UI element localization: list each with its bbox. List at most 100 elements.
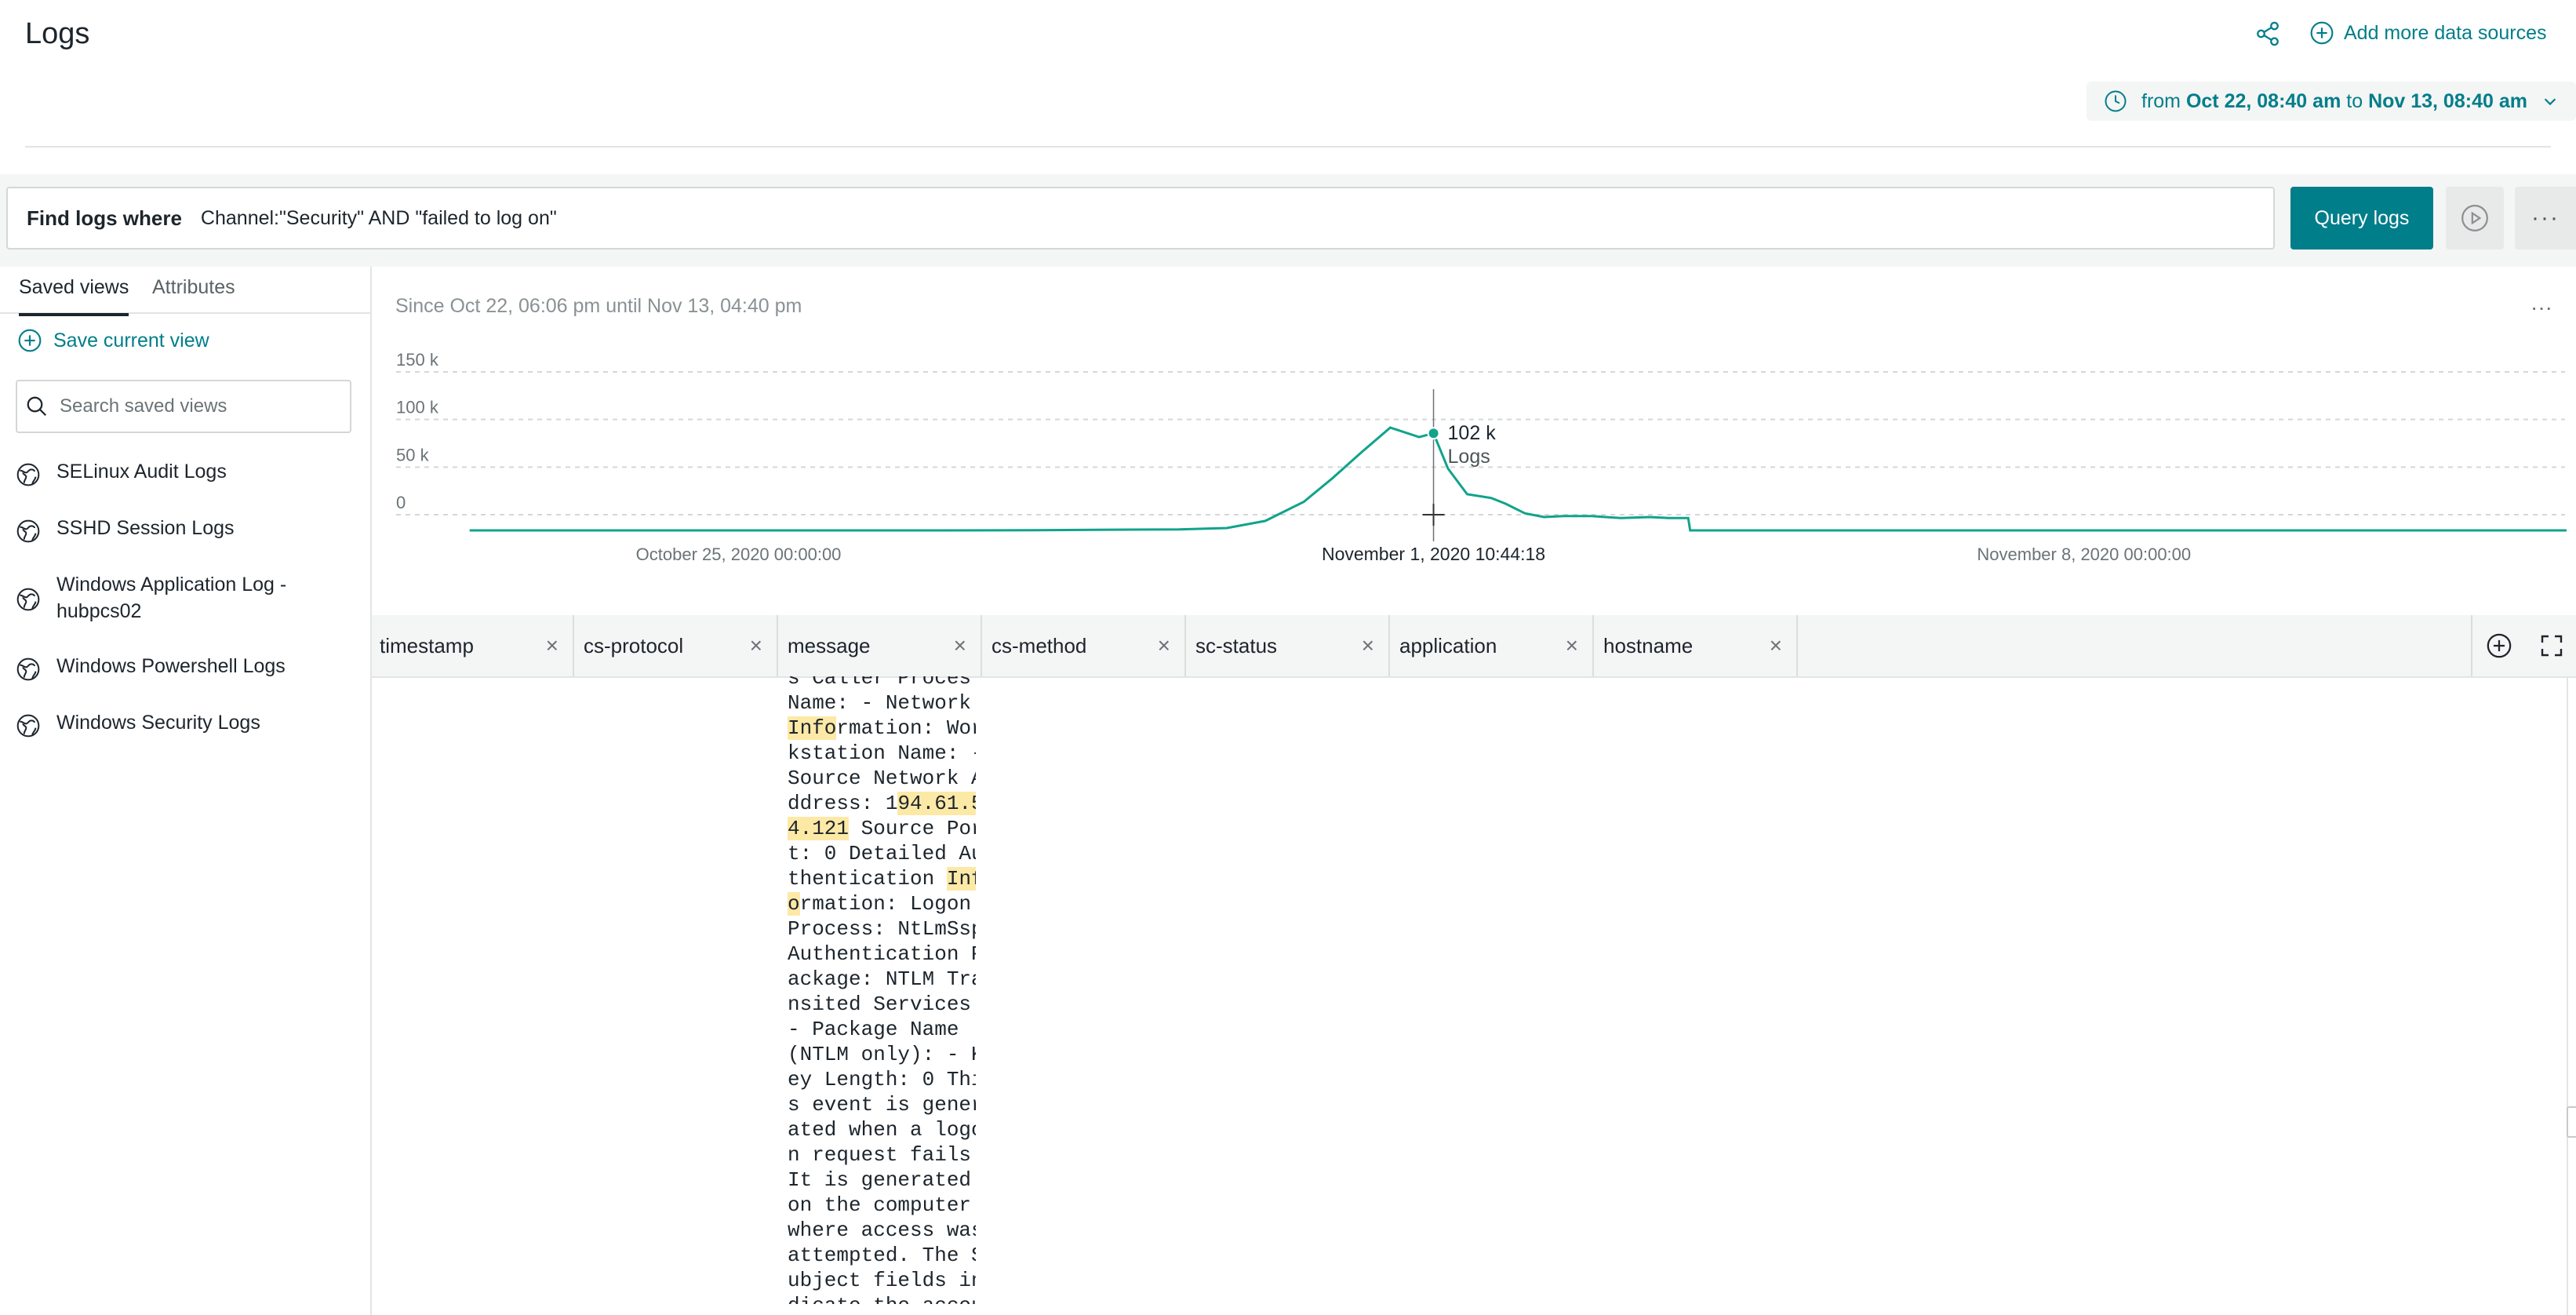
column-header-cs-method[interactable]: cs-method × [984,615,1186,676]
highlight: 94.61.5 [897,792,976,815]
saved-view-item[interactable]: Windows Powershell Logs [16,653,353,682]
log-volume-chart[interactable]: 0 50 k 100 k 150 k October 25, 2020 00:00:0… [370,345,2576,573]
message-line: ubject fields in [788,1269,976,1292]
message-line: n request fails. [788,1143,976,1167]
message-line: ddress: 194.61.5 [788,791,976,816]
column-name: application [1399,633,1497,658]
tooltip-label: Logs [1448,446,1490,468]
clock-icon [2105,90,2127,112]
close-icon[interactable]: × [954,633,966,658]
x-tick-label: November 8, 2020 00:00:00 [1977,545,2191,564]
message-line: ormation: Logon [788,892,972,916]
tab-attributes[interactable]: Attributes [152,276,235,313]
column-name: sc-status [1195,633,1278,658]
column-header-hostname[interactable]: hostname × [1595,615,1798,676]
time-range-picker[interactable]: from Oct 22, 08:40 am to Nov 13, 08:40 a… [2087,82,2576,121]
globe-icon [16,463,40,486]
column-header-message[interactable]: message × [780,615,982,676]
query-box[interactable]: Find logs where [6,187,2275,250]
highlight: Info [788,716,837,740]
hover-point [1427,427,1440,440]
plus-circle-icon [18,329,42,352]
message-line: s event is gener [788,1093,976,1116]
saved-view-item[interactable]: SSHD Session Logs [16,515,353,544]
saved-view-label: Windows Security Logs [56,712,260,734]
ellipsis-icon: ··· [2531,205,2560,231]
column-header-sc-status[interactable]: sc-status × [1188,615,1390,676]
y-tick-label: 50 k [396,445,430,464]
plus-circle-icon [2310,21,2334,45]
y-tick-label: 150 k [396,350,439,370]
globe-icon [16,658,40,681]
globe-icon [16,519,40,543]
message-line: (NTLM only): - K [788,1043,976,1066]
save-current-view-label: Save current view [53,329,209,352]
message-line: s Caller Proces [788,676,972,690]
live-tail-button[interactable] [2446,187,2504,250]
close-icon[interactable]: × [1566,633,1578,658]
x-tick-label: October 25, 2020 00:00:00 [636,545,842,564]
search-input[interactable] [58,395,344,418]
column-name: hostname [1603,633,1694,658]
close-icon[interactable]: × [1158,633,1170,658]
add-column-icon[interactable] [2486,632,2512,659]
query-more-button[interactable]: ··· [2515,187,2576,250]
message-cell[interactable]: s Caller Proces Name: - Network Informat… [788,676,976,1304]
save-current-view-button[interactable]: Save current view [17,328,209,353]
scrollbar-handle[interactable] [2567,1106,2576,1138]
search-icon [27,396,47,417]
crosshair-cursor-icon [1422,504,1445,526]
close-icon[interactable]: × [546,633,558,658]
column-header-timestamp[interactable]: timestamp × [372,615,574,676]
table-body: s Caller Proces Name: - Network Informat… [372,676,2568,1315]
close-icon[interactable]: × [1362,633,1374,658]
message-line: t: 0 Detailed Au [788,842,976,865]
chart-time-range: Since Oct 22, 06:06 pm until Nov 13, 04:… [395,295,802,317]
message-line: attempted. The S [788,1244,976,1267]
time-range-text: from Oct 22, 08:40 am to Nov 13, 08:40 a… [2141,89,2527,112]
column-name: cs-method [991,633,1087,658]
add-data-sources-label: Add more data sources [2344,21,2547,44]
message-line: kstation Name: - [788,741,976,765]
share-button[interactable] [2254,20,2281,47]
highlight: 4.121 [788,817,850,840]
message-line: where access was [788,1218,976,1242]
close-icon[interactable]: × [1770,633,1782,658]
message-line: thentication Inf [788,866,976,891]
page-title: Logs [25,17,90,50]
saved-view-item[interactable]: Windows Application Log - hubpcs02 [16,571,353,625]
tab-saved-views[interactable]: Saved views [19,276,129,316]
tooltip-value: 102 k [1448,422,1497,444]
column-name: timestamp [380,633,474,658]
saved-view-label: SELinux Audit Logs [56,461,227,483]
saved-view-item[interactable]: SELinux Audit Logs [16,458,353,487]
message-line: on the computer [788,1193,972,1217]
message-line: Name: - Network [788,691,972,715]
column-header-application[interactable]: application × [1392,615,1594,676]
message-line: ated when a logo [788,1118,976,1142]
column-name: cs-protocol [584,633,684,658]
y-tick-label: 0 [396,493,406,512]
message-line: Information: Wor [788,716,976,740]
message-line: 4.121 Source Por [788,817,976,840]
message-line: nsited Services: [788,993,976,1016]
query-label: Find logs where [27,206,182,230]
message-line: ackage: NTLM Tra [788,967,976,991]
add-data-sources-link[interactable]: Add more data sources [2309,20,2546,46]
query-input[interactable] [198,206,2273,231]
fullscreen-icon[interactable] [2539,633,2564,658]
highlight: o [788,892,800,916]
play-circle-icon [2461,205,2488,231]
column-header-cs-protocol[interactable]: cs-protocol × [576,615,778,676]
hover-x-label: November 1, 2020 10:44:18 [1322,544,1545,564]
close-icon[interactable]: × [750,633,762,658]
saved-views-search[interactable] [16,380,351,433]
share-icon [2257,21,2279,46]
highlight: Inf [946,867,976,891]
query-logs-button[interactable]: Query logs [2290,187,2433,250]
y-axis: 0 50 k 100 k 150 k [396,350,439,512]
saved-view-item[interactable]: Windows Security Logs [16,709,353,738]
message-line: Process: NtLmSsp [788,917,976,941]
table-tools [2471,615,2576,676]
chart-more-button[interactable]: ··· [2531,295,2552,320]
